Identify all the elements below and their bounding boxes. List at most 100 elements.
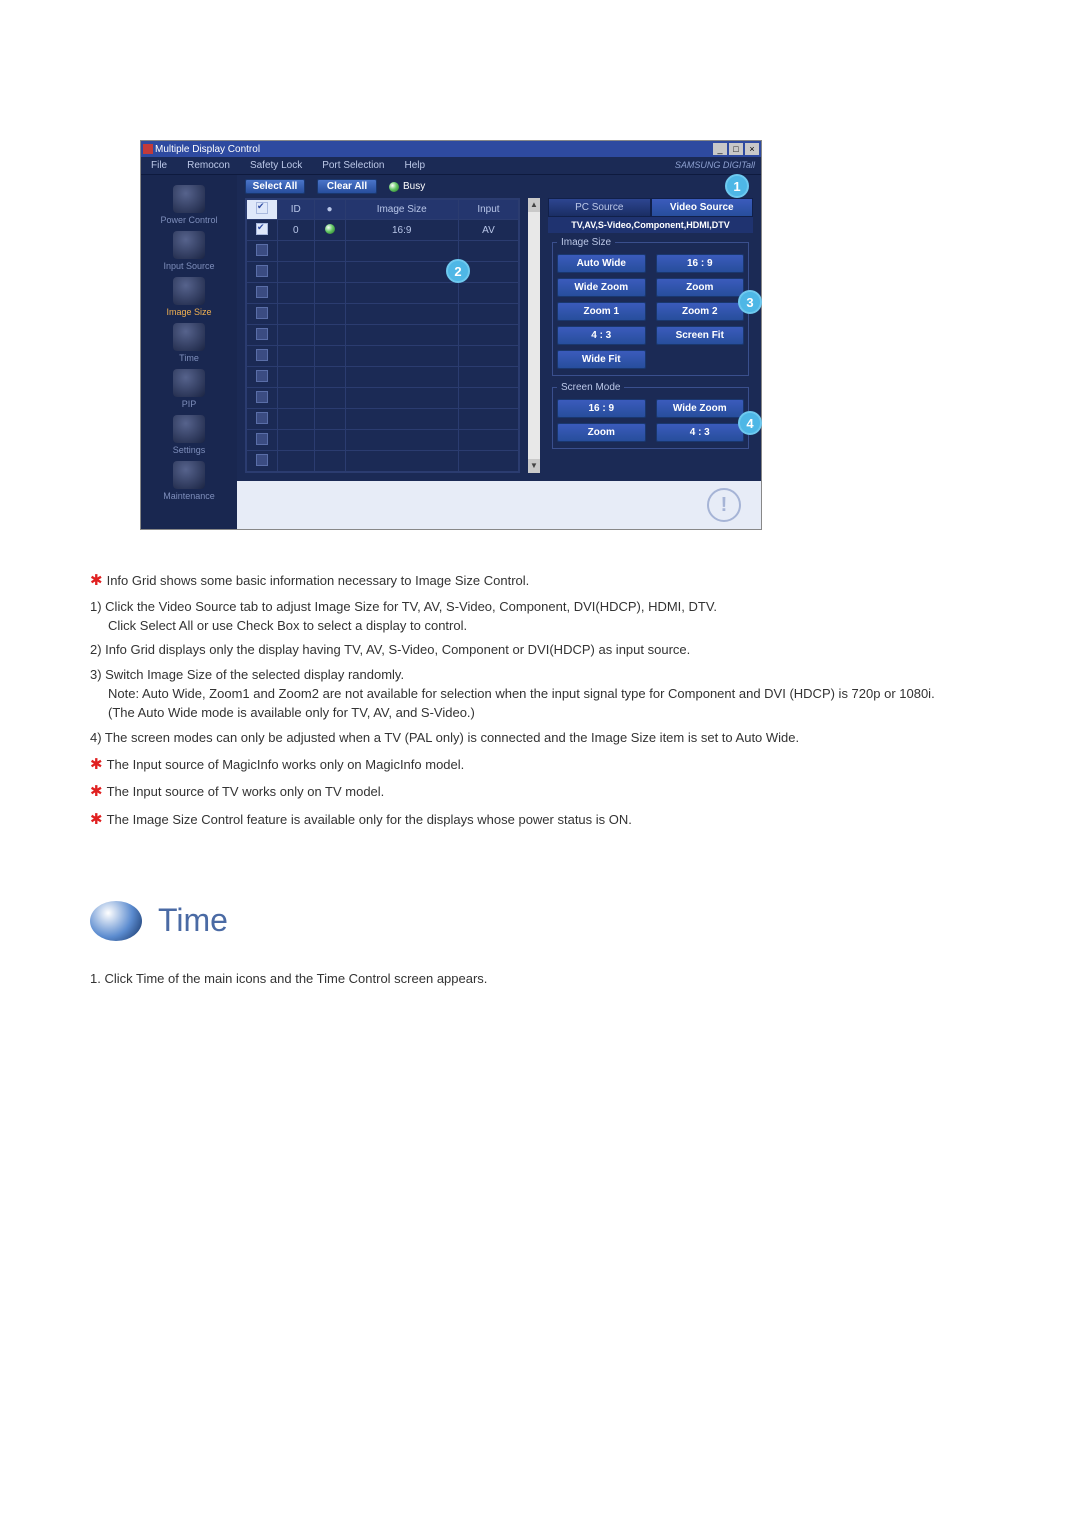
row-checkbox[interactable] — [256, 391, 268, 403]
col-header-status: ● — [314, 200, 345, 220]
busy-label: Busy — [403, 181, 425, 192]
star-icon: ✱ — [90, 783, 103, 800]
menubar: File Remocon Safety Lock Port Selection … — [141, 157, 761, 175]
doc-line: Info Grid shows some basic information n… — [107, 573, 530, 588]
window-title: Multiple Display Control — [155, 144, 260, 155]
row-checkbox[interactable] — [256, 307, 268, 319]
star-icon: ✱ — [90, 811, 103, 828]
row-checkbox[interactable] — [256, 265, 268, 277]
time-section-text: 1. Click Time of the main icons and the … — [90, 971, 990, 986]
table-row[interactable] — [247, 367, 519, 388]
alert-icon: ! — [707, 488, 741, 522]
close-button[interactable]: × — [745, 143, 759, 155]
row-checkbox[interactable] — [256, 244, 268, 256]
btn-sm-16-9[interactable]: 16 : 9 — [557, 399, 646, 418]
table-row[interactable] — [247, 388, 519, 409]
row-checkbox[interactable] — [256, 223, 268, 235]
row-checkbox[interactable] — [256, 454, 268, 466]
row-checkbox[interactable] — [256, 349, 268, 361]
app-icon — [143, 144, 153, 154]
scroll-down-button[interactable]: ▼ — [528, 459, 540, 473]
sidebar-label: Input Source — [163, 261, 214, 271]
table-row[interactable] — [247, 346, 519, 367]
sidebar-item-maintenance[interactable]: Maintenance — [163, 461, 215, 501]
menu-help[interactable]: Help — [394, 157, 435, 174]
grid-scrollbar[interactable]: ▲ ▼ — [528, 198, 540, 473]
doc-text-block: ✱ Info Grid shows some basic information … — [90, 570, 990, 831]
side-panel: 1 PC Source Video Source TV,AV,S-Video,C… — [548, 198, 753, 473]
btn-4-3[interactable]: 4 : 3 — [557, 326, 646, 345]
table-row[interactable] — [247, 283, 519, 304]
time-section-icon — [90, 901, 142, 941]
maximize-button[interactable]: □ — [729, 143, 743, 155]
statusbar: ! — [237, 481, 761, 529]
doc-line: Click Select All or use Check Box to sel… — [90, 618, 467, 633]
busy-indicator: Busy — [389, 181, 425, 192]
btn-wide-zoom[interactable]: Wide Zoom — [557, 278, 646, 297]
btn-zoom1[interactable]: Zoom 1 — [557, 302, 646, 321]
table-row[interactable] — [247, 304, 519, 325]
busy-dot-icon — [389, 182, 399, 192]
sidebar-item-image-size[interactable]: Image Size — [166, 277, 211, 317]
btn-wide-fit[interactable]: Wide Fit — [557, 350, 646, 369]
row-checkbox[interactable] — [256, 286, 268, 298]
doc-line: 1) Click the Video Source tab to adjust … — [90, 599, 717, 614]
sidebar-item-settings[interactable]: Settings — [173, 415, 206, 455]
status-icon — [325, 224, 335, 234]
row-checkbox[interactable] — [256, 412, 268, 424]
sidebar: Power Control Input Source Image Size Ti… — [141, 175, 237, 529]
sidebar-item-power-control[interactable]: Power Control — [160, 185, 217, 225]
table-row[interactable] — [247, 409, 519, 430]
input-source-icon — [173, 231, 205, 259]
table-row[interactable] — [247, 430, 519, 451]
callout-4: 4 — [738, 411, 762, 435]
minimize-button[interactable]: _ — [713, 143, 727, 155]
sidebar-label: Power Control — [160, 215, 217, 225]
row-checkbox[interactable] — [256, 370, 268, 382]
btn-16-9[interactable]: 16 : 9 — [656, 254, 745, 273]
video-source-tab[interactable]: Video Source — [651, 198, 754, 217]
app-window: Multiple Display Control _ □ × File Remo… — [140, 140, 762, 530]
menu-file[interactable]: File — [141, 157, 177, 174]
table-row[interactable]: 0 16:9 AV — [247, 220, 519, 241]
btn-auto-wide[interactable]: Auto Wide — [557, 254, 646, 273]
image-size-group: Image Size Auto Wide 16 : 9 Wide Zoom Zo… — [552, 237, 749, 376]
btn-zoom2[interactable]: Zoom 2 — [656, 302, 745, 321]
btn-sm-4-3[interactable]: 4 : 3 — [656, 423, 745, 442]
callout-1: 1 — [725, 174, 749, 198]
cell-id: 0 — [278, 220, 315, 241]
menu-remocon[interactable]: Remocon — [177, 157, 240, 174]
row-checkbox[interactable] — [256, 433, 268, 445]
cell-image-size: 16:9 — [345, 220, 458, 241]
table-row[interactable] — [247, 451, 519, 472]
select-all-button[interactable]: Select All — [245, 179, 305, 194]
toolbar: Select All Clear All Busy — [237, 175, 761, 198]
table-row[interactable] — [247, 325, 519, 346]
doc-line: (The Auto Wide mode is available only fo… — [90, 705, 475, 720]
pc-source-tab[interactable]: PC Source — [548, 198, 651, 217]
clear-all-button[interactable]: Clear All — [317, 179, 377, 194]
row-checkbox[interactable] — [256, 328, 268, 340]
btn-zoom[interactable]: Zoom — [656, 278, 745, 297]
maintenance-icon — [173, 461, 205, 489]
sidebar-item-time[interactable]: Time — [173, 323, 205, 363]
col-header-check[interactable] — [247, 200, 278, 220]
time-section-header: Time — [90, 901, 990, 941]
table-row[interactable] — [247, 241, 519, 262]
source-info-line: TV,AV,S-Video,Component,HDMI,DTV — [548, 217, 753, 233]
btn-sm-wide-zoom[interactable]: Wide Zoom — [656, 399, 745, 418]
settings-icon — [173, 415, 205, 443]
col-header-id: ID — [278, 200, 315, 220]
sidebar-item-input-source[interactable]: Input Source — [163, 231, 214, 271]
menu-port-selection[interactable]: Port Selection — [312, 157, 394, 174]
btn-screen-fit[interactable]: Screen Fit — [656, 326, 745, 345]
menu-safety-lock[interactable]: Safety Lock — [240, 157, 312, 174]
doc-line: 1. Click Time of the main icons and the … — [90, 971, 990, 986]
col-header-input: Input — [458, 200, 518, 220]
scroll-track[interactable] — [528, 212, 540, 459]
sidebar-item-pip[interactable]: PIP — [173, 369, 205, 409]
scroll-up-button[interactable]: ▲ — [528, 198, 540, 212]
doc-line: 2) Info Grid displays only the display h… — [90, 641, 990, 660]
btn-sm-zoom[interactable]: Zoom — [557, 423, 646, 442]
table-row[interactable] — [247, 262, 519, 283]
